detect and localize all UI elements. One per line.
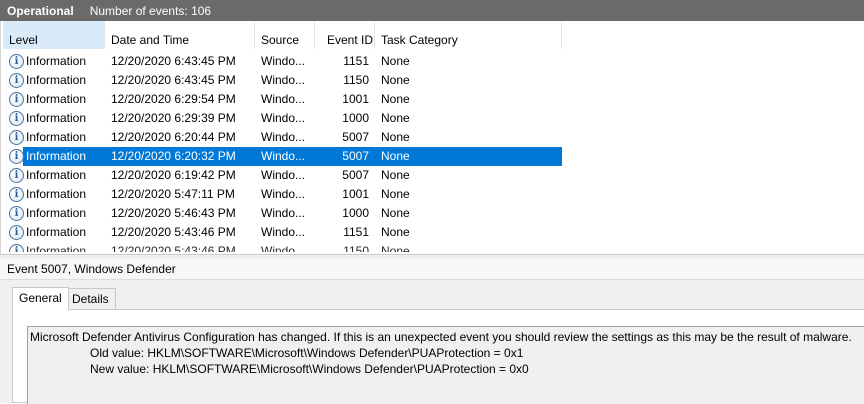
event-level: Information xyxy=(26,130,87,144)
information-icon: i xyxy=(9,168,24,183)
event-level: Information xyxy=(26,92,87,106)
general-tab-panel: Microsoft Defender Antivirus Configurati… xyxy=(12,309,864,404)
event-task-category: None xyxy=(381,130,410,144)
event-id: 1000 xyxy=(342,206,369,220)
event-rows: i Information 12/20/2020 6:43:45 PM Wind… xyxy=(1,52,864,252)
event-source: Windo... xyxy=(261,73,306,87)
event-id: 1001 xyxy=(342,92,369,106)
event-source: Windo... xyxy=(261,92,306,106)
information-icon: i xyxy=(9,73,24,88)
event-id: 5007 xyxy=(342,149,369,163)
information-icon: i xyxy=(9,130,24,145)
event-id: 1001 xyxy=(342,187,369,201)
event-source: Windo... xyxy=(261,206,306,220)
event-date: 12/20/2020 5:43:46 PM xyxy=(111,244,236,252)
event-source: Windo... xyxy=(261,149,306,163)
event-date: 12/20/2020 6:29:54 PM xyxy=(111,92,236,106)
tab-details[interactable]: Details xyxy=(65,288,116,309)
event-task-category: None xyxy=(381,111,410,125)
event-source: Windo... xyxy=(261,168,306,182)
event-detail-pane: Event 5007, Windows Defender General Det… xyxy=(0,259,864,404)
event-level: Information xyxy=(26,187,87,201)
event-task-category: None xyxy=(381,225,410,239)
event-id: 1151 xyxy=(343,54,369,68)
event-level: Information xyxy=(26,225,87,239)
event-row[interactable]: i Information 12/20/2020 5:43:46 PM Wind… xyxy=(1,242,864,252)
event-level: Information xyxy=(26,206,87,220)
message-old-value: Old value: HKLM\SOFTWARE\Microsoft\Windo… xyxy=(90,346,524,360)
event-row[interactable]: i Information 12/20/2020 6:29:39 PM Wind… xyxy=(1,109,864,128)
information-icon: i xyxy=(9,92,24,107)
event-task-category: None xyxy=(381,187,410,201)
event-row[interactable]: i Information 12/20/2020 6:19:42 PM Wind… xyxy=(1,166,864,185)
log-header-bar: Operational Number of events: 106 xyxy=(0,0,864,21)
event-task-category: None xyxy=(381,149,410,163)
information-icon: i xyxy=(9,111,24,126)
event-list[interactable]: Level Date and Time Source Event ID Task… xyxy=(0,21,864,254)
column-header-source[interactable]: Source xyxy=(255,21,315,49)
event-level: Information xyxy=(26,149,87,163)
event-level: Information xyxy=(26,244,87,252)
message-new-value: New value: HKLM\SOFTWARE\Microsoft\Windo… xyxy=(90,362,529,376)
information-icon: i xyxy=(9,149,24,164)
event-source: Windo... xyxy=(261,111,306,125)
event-id: 5007 xyxy=(342,168,369,182)
event-task-category: None xyxy=(381,54,410,68)
event-level: Information xyxy=(26,54,87,68)
event-source: Windo... xyxy=(261,225,306,239)
event-detail-title: Event 5007, Windows Defender xyxy=(0,259,864,280)
information-icon: i xyxy=(9,54,24,69)
event-source: Windo... xyxy=(261,54,306,68)
information-icon: i xyxy=(9,187,24,202)
event-count: Number of events: 106 xyxy=(89,3,212,18)
event-date: 12/20/2020 5:47:11 PM xyxy=(111,187,235,201)
event-date: 12/20/2020 6:43:45 PM xyxy=(111,54,236,68)
column-header-event-id[interactable]: Event ID xyxy=(315,21,375,49)
event-id: 1000 xyxy=(342,111,369,125)
event-row[interactable]: i Information 12/20/2020 6:43:45 PM Wind… xyxy=(1,71,864,90)
event-source: Windo... xyxy=(261,244,306,252)
event-row-selected[interactable]: i Information 12/20/2020 6:20:32 PM Wind… xyxy=(1,147,864,166)
event-id: 5007 xyxy=(342,130,369,144)
column-header-task-category[interactable]: Task Category xyxy=(375,21,562,49)
information-icon: i xyxy=(9,225,24,240)
event-date: 12/20/2020 6:43:45 PM xyxy=(111,73,236,87)
event-task-category: None xyxy=(381,92,410,106)
event-message[interactable]: Microsoft Defender Antivirus Configurati… xyxy=(27,326,864,404)
event-task-category: None xyxy=(381,73,410,87)
event-date: 12/20/2020 5:46:43 PM xyxy=(111,206,236,220)
event-id: 1151 xyxy=(343,225,369,239)
event-date: 12/20/2020 6:20:44 PM xyxy=(111,130,236,144)
log-name: Operational xyxy=(7,3,74,18)
event-date: 12/20/2020 6:29:39 PM xyxy=(111,111,236,125)
event-date: 12/20/2020 5:43:46 PM xyxy=(111,225,236,239)
event-task-category: None xyxy=(381,168,410,182)
event-task-category: None xyxy=(381,244,410,252)
information-icon: i xyxy=(9,206,24,221)
information-icon: i xyxy=(9,244,24,252)
message-line: Microsoft Defender Antivirus Configurati… xyxy=(30,330,852,344)
column-header-level[interactable]: Level xyxy=(3,21,105,49)
event-row[interactable]: i Information 12/20/2020 6:43:45 PM Wind… xyxy=(1,52,864,71)
event-row[interactable]: i Information 12/20/2020 6:29:54 PM Wind… xyxy=(1,90,864,109)
event-level: Information xyxy=(26,111,87,125)
event-date: 12/20/2020 6:19:42 PM xyxy=(111,168,236,182)
tab-general[interactable]: General xyxy=(12,287,69,310)
event-id: 1150 xyxy=(343,73,369,87)
column-header-date[interactable]: Date and Time xyxy=(105,21,255,49)
event-source: Windo... xyxy=(261,187,306,201)
column-header-row: Level Date and Time Source Event ID Task… xyxy=(1,21,864,49)
event-row[interactable]: i Information 12/20/2020 5:43:46 PM Wind… xyxy=(1,223,864,242)
event-level: Information xyxy=(26,73,87,87)
event-row[interactable]: i Information 12/20/2020 6:20:44 PM Wind… xyxy=(1,128,864,147)
event-task-category: None xyxy=(381,206,410,220)
event-row[interactable]: i Information 12/20/2020 5:47:11 PM Wind… xyxy=(1,185,864,204)
event-date: 12/20/2020 6:20:32 PM xyxy=(111,149,236,163)
event-id: 1150 xyxy=(343,244,369,252)
event-row[interactable]: i Information 12/20/2020 5:46:43 PM Wind… xyxy=(1,204,864,223)
event-level: Information xyxy=(26,168,87,182)
event-source: Windo... xyxy=(261,130,306,144)
